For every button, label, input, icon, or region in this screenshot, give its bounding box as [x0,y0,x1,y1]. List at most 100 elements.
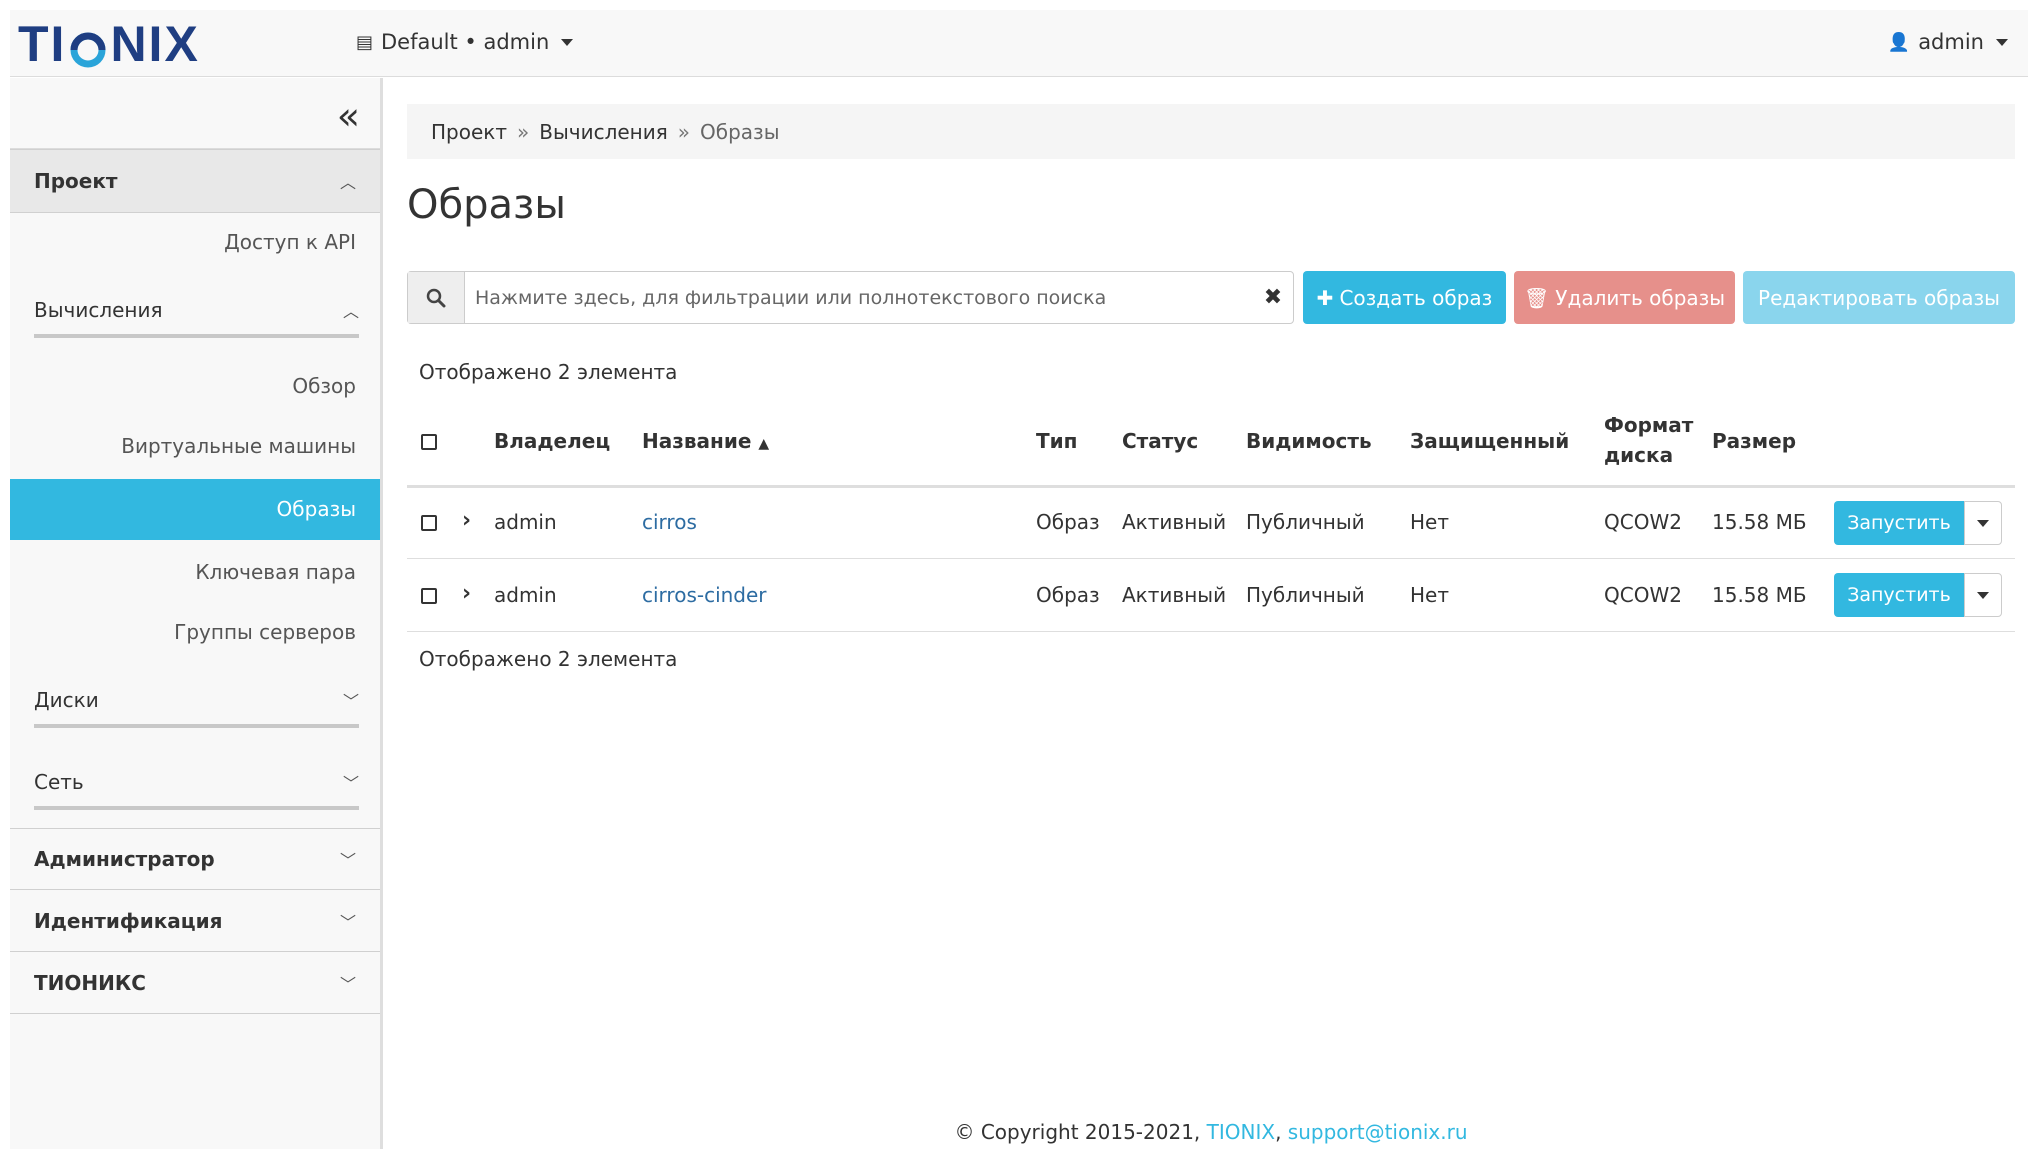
divider [407,485,2015,488]
divider [34,724,359,728]
cell-type: Образ [1036,583,1100,607]
sidebar-section-label: Администратор [34,847,215,871]
launch-button[interactable]: Запустить [1834,573,1964,617]
trash-icon: 🗑 [1523,285,1550,310]
sidebar-item-instances[interactable]: Виртуальные машины [10,434,380,458]
launch-button[interactable]: Запустить [1834,501,1964,545]
sidebar-section-label: ТИОНИКС [34,970,146,995]
search-bar: ✖ [407,271,1294,324]
chevron-right-icon[interactable]: › [462,508,471,533]
cell-owner: admin [494,583,557,607]
column-header-protected[interactable]: Защищенный [1410,426,1569,456]
sidebar-group-network[interactable]: Сеть ﹀ [34,770,359,794]
chevron-down-icon: ﹀ [342,692,359,711]
divider [34,806,359,810]
column-header-disk-format-line2: диска [1604,443,1674,467]
sidebar-group-label: Сеть [34,770,84,794]
sidebar-item-key-pairs[interactable]: Ключевая пара [10,560,380,584]
chevron-down-icon: ﹀ [339,851,356,870]
cell-type: Образ [1036,510,1100,534]
divider [34,334,359,338]
page-title: Образы [407,182,566,228]
company-link[interactable]: TIONIX [1207,1120,1275,1144]
brand-logo[interactable]: TI NIX [18,16,200,72]
search-icon[interactable] [408,272,465,323]
cell-visibility: Публичный [1246,510,1365,534]
project-switcher-label: Default • admin [381,30,550,54]
create-image-button[interactable]: ✚ Создать образ [1303,271,1506,324]
column-header-status[interactable]: Статус [1122,426,1198,456]
sidebar-group-compute[interactable]: Вычисления ︿ [34,298,359,322]
cell-size: 15.58 МБ [1712,510,1807,534]
sidebar-item-api-access[interactable]: Доступ к API [10,230,380,254]
cell-disk-format: QCOW2 [1604,510,1682,534]
edit-images-button[interactable]: Редактировать образы [1743,271,2015,324]
sidebar-section-identity[interactable]: Идентификация ﹀ [10,890,380,952]
cell-status: Активный [1122,583,1227,607]
caret-down-icon [561,38,574,46]
cell-protected: Нет [1410,510,1449,534]
breadcrumb-separator: » [517,119,530,144]
chevron-up-icon: ︿ [339,173,356,192]
sidebar-item-overview[interactable]: Обзор [10,374,380,398]
breadcrumb-item-images: Образы [700,119,780,144]
sidebar-group-volumes[interactable]: Диски ﹀ [34,688,359,712]
chevron-down-icon: ﹀ [339,912,356,932]
item-count-footer: Отображено 2 элемента [419,647,678,671]
cell-status: Активный [1122,510,1227,534]
column-header-type[interactable]: Тип [1036,426,1077,456]
sidebar-section-project[interactable]: Проект ︿ [10,149,380,213]
row-checkbox[interactable] [421,515,437,531]
breadcrumb: Проект » Вычисления » Образы [407,104,2015,159]
sort-up-icon: ▲ [758,436,770,452]
support-email-link[interactable]: support@tionix.ru [1288,1120,1468,1144]
chevron-down-icon: ﹀ [342,774,359,793]
column-header-disk-format[interactable]: Формат диска [1604,410,1693,470]
caret-down-icon [1977,519,1989,527]
delete-images-button[interactable]: 🗑 Удалить образы [1514,271,1735,324]
launch-dropdown-toggle[interactable] [1964,573,2002,617]
copyright-text: © Copyright 2015-2021, [954,1120,1201,1144]
edit-images-label: Редактировать образы [1758,285,2000,310]
top-navbar: TI NIX ▤ Default • admin 👤 admin [10,10,2028,77]
launch-dropdown-toggle[interactable] [1964,501,2002,545]
row-checkbox[interactable] [421,588,437,604]
cell-visibility: Публичный [1246,583,1365,607]
project-icon: ▤ [356,31,374,53]
column-header-size[interactable]: Размер [1712,426,1796,456]
cell-name-link[interactable]: cirros-cinder [642,583,767,607]
cell-name-link[interactable]: cirros [642,510,697,534]
delete-images-label: Удалить образы [1555,285,1726,310]
cell-protected: Нет [1410,583,1449,607]
breadcrumb-item-compute[interactable]: Вычисления [539,120,668,144]
column-header-owner[interactable]: Владелец [494,426,610,456]
clear-search-icon[interactable]: ✖ [1253,272,1293,323]
sidebar: « Проект ︿ Доступ к API Вычисления ︿ Обз… [10,78,383,1149]
user-menu[interactable]: 👤 admin [1888,30,2008,54]
column-header-visibility[interactable]: Видимость [1246,426,1372,456]
cell-disk-format: QCOW2 [1604,583,1682,607]
search-input[interactable] [465,272,1253,323]
user-icon: 👤 [1887,31,1911,53]
breadcrumb-separator: » [677,119,691,144]
sidebar-item-server-groups[interactable]: Группы серверов [10,620,380,644]
sidebar-section-label: Идентификация [34,908,223,933]
select-all-checkbox[interactable] [421,434,437,450]
sidebar-item-images[interactable]: Образы [10,479,380,540]
sidebar-section-tionix[interactable]: ТИОНИКС ﹀ [10,952,380,1014]
breadcrumb-item-project[interactable]: Проект [431,120,507,144]
plus-icon: ✚ [1316,285,1334,310]
column-header-name[interactable]: Название ▲ [642,426,769,459]
project-switcher[interactable]: ▤ Default • admin [356,30,574,54]
chevron-down-icon: ﹀ [339,974,356,994]
sidebar-group-label: Вычисления [34,298,163,322]
user-menu-label: admin [1918,30,1984,54]
collapse-sidebar-icon[interactable]: « [337,94,360,138]
item-count: Отображено 2 элемента [419,360,678,384]
brand-logo-text-2: NIX [110,16,200,72]
chevron-up-icon: ︿ [342,302,359,321]
caret-down-icon [1977,591,1989,599]
chevron-right-icon[interactable]: › [462,581,471,606]
sidebar-section-admin[interactable]: Администратор ﹀ [10,828,380,890]
brand-ring-icon [68,24,108,68]
